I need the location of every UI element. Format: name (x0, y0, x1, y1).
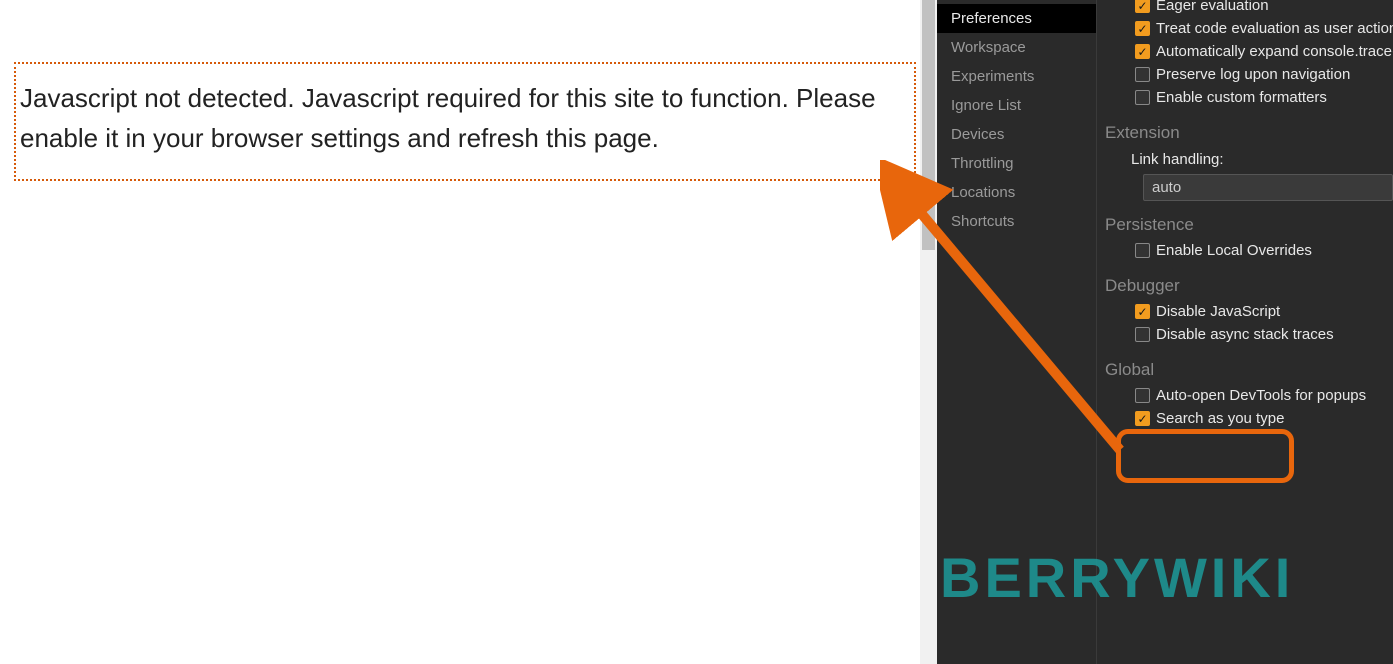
sidebar-item-devices[interactable]: Devices (937, 120, 1096, 149)
setting-label: Treat code evaluation as user action (1156, 20, 1393, 37)
link-handling-label: Link handling: (1101, 147, 1393, 174)
setting-search-as-you-type[interactable]: ✓ Search as you type (1101, 407, 1393, 430)
setting-disable-javascript[interactable]: ✓ Disable JavaScript (1101, 300, 1393, 323)
section-debugger: Debugger (1101, 262, 1393, 300)
sidebar-item-locations[interactable]: Locations (937, 178, 1096, 207)
setting-auto-open-devtools[interactable]: Auto-open DevTools for popups (1101, 384, 1393, 407)
checkbox-unchecked-icon[interactable] (1135, 90, 1150, 105)
js-disabled-warning: Javascript not detected. Javascript requ… (14, 62, 916, 181)
setting-disable-async[interactable]: Disable async stack traces (1101, 323, 1393, 346)
setting-label: Preserve log upon navigation (1156, 66, 1350, 83)
section-persistence: Persistence (1101, 201, 1393, 239)
page-scrollbar-thumb[interactable] (922, 0, 935, 250)
page-scrollbar-track[interactable] (920, 0, 937, 664)
setting-label: Auto-open DevTools for popups (1156, 387, 1366, 404)
setting-label: Automatically expand console.trace() (1156, 43, 1393, 60)
setting-label: Disable async stack traces (1156, 326, 1334, 343)
link-handling-select[interactable]: auto (1143, 174, 1393, 201)
sidebar-item-experiments[interactable]: Experiments (937, 62, 1096, 91)
checkbox-checked-icon[interactable]: ✓ (1135, 21, 1150, 36)
checkbox-unchecked-icon[interactable] (1135, 243, 1150, 258)
annotation-highlight-box (1116, 429, 1294, 483)
section-extension: Extension (1101, 109, 1393, 147)
sidebar-item-throttling[interactable]: Throttling (937, 149, 1096, 178)
checkbox-unchecked-icon[interactable] (1135, 67, 1150, 82)
page-content: Javascript not detected. Javascript requ… (0, 0, 920, 664)
setting-label: Search as you type (1156, 410, 1284, 427)
setting-custom-formatters[interactable]: Enable custom formatters (1101, 86, 1393, 109)
setting-local-overrides[interactable]: Enable Local Overrides (1101, 239, 1393, 262)
setting-label: Disable JavaScript (1156, 303, 1280, 320)
section-global: Global (1101, 346, 1393, 384)
setting-treat-code-eval[interactable]: ✓ Treat code evaluation as user action (1101, 17, 1393, 40)
setting-eager-evaluation[interactable]: ✓ Eager evaluation (1101, 0, 1393, 17)
setting-label: Eager evaluation (1156, 0, 1269, 14)
checkbox-unchecked-icon[interactable] (1135, 327, 1150, 342)
setting-auto-expand-trace[interactable]: ✓ Automatically expand console.trace() (1101, 40, 1393, 63)
sidebar-item-ignore-list[interactable]: Ignore List (937, 91, 1096, 120)
checkbox-checked-icon[interactable]: ✓ (1135, 0, 1150, 13)
sidebar-item-shortcuts[interactable]: Shortcuts (937, 207, 1096, 236)
watermark: BERRYWIKI (940, 545, 1294, 610)
setting-label: Enable custom formatters (1156, 89, 1327, 106)
sidebar-item-preferences[interactable]: Preferences (937, 4, 1096, 33)
checkbox-unchecked-icon[interactable] (1135, 388, 1150, 403)
sidebar-item-workspace[interactable]: Workspace (937, 33, 1096, 62)
checkbox-checked-icon[interactable]: ✓ (1135, 44, 1150, 59)
setting-preserve-log[interactable]: Preserve log upon navigation (1101, 63, 1393, 86)
checkbox-checked-icon[interactable]: ✓ (1135, 411, 1150, 426)
setting-label: Enable Local Overrides (1156, 242, 1312, 259)
checkbox-checked-icon[interactable]: ✓ (1135, 304, 1150, 319)
